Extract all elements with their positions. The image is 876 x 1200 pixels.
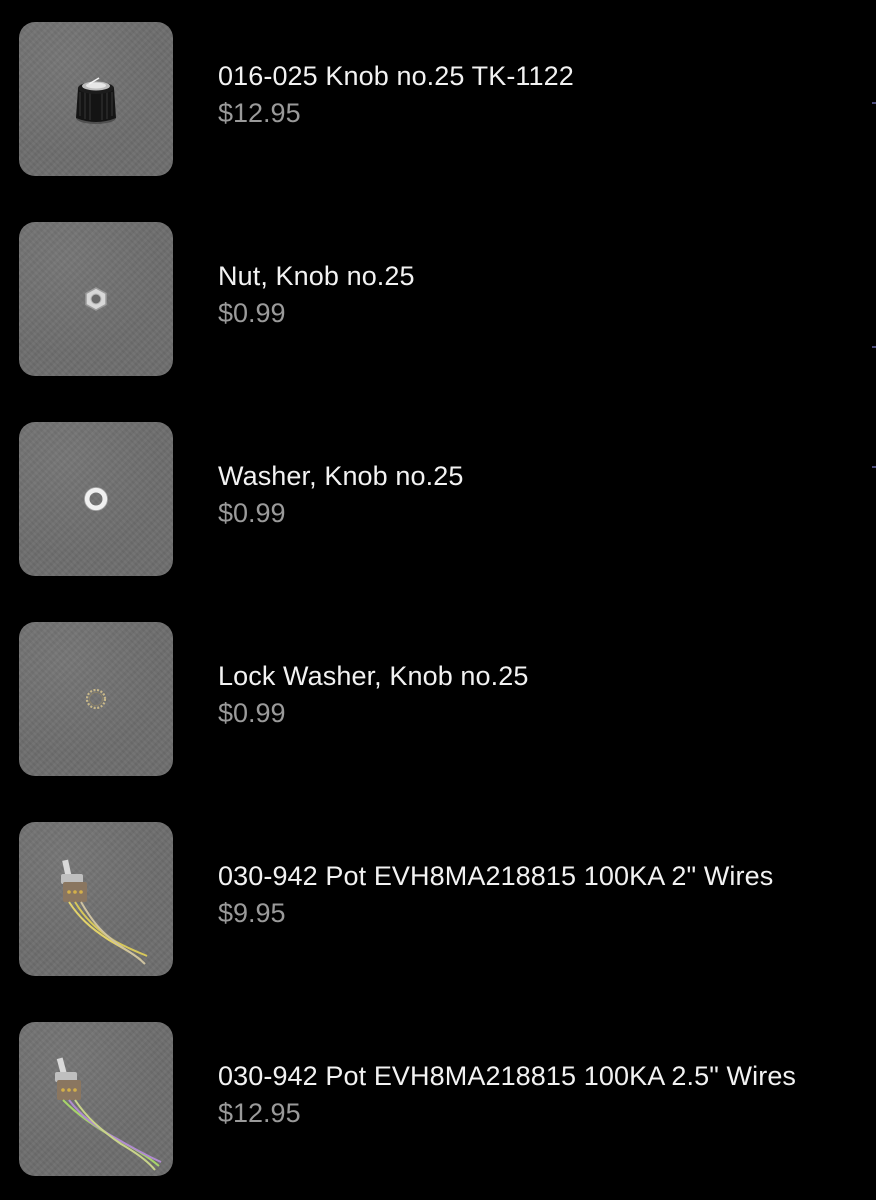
- product-price: $0.99: [218, 498, 286, 528]
- product-row[interactable]: Nut, Knob no.25 $0.99: [0, 200, 876, 400]
- potentiometer-icon: [55, 1057, 162, 1171]
- product-row[interactable]: 030-942 Pot EVH8MA218815 100KA 2" Wires …: [0, 800, 876, 1000]
- product-thumbnail[interactable]: [19, 1022, 173, 1176]
- product-row[interactable]: 016-025 Knob no.25 TK-1122 $12.95: [0, 0, 876, 200]
- product-row[interactable]: Lock Washer, Knob no.25 $0.99: [0, 600, 876, 800]
- product-row[interactable]: 030-942 Pot EVH8MA218815 100KA 2.5" Wire…: [0, 1000, 876, 1200]
- product-title[interactable]: Washer, Knob no.25: [218, 458, 868, 494]
- product-list: 016-025 Knob no.25 TK-1122 $12.95 Nut, K…: [0, 0, 876, 1199]
- product-title[interactable]: Nut, Knob no.25: [218, 258, 868, 294]
- product-thumbnail[interactable]: [19, 422, 173, 576]
- scroll-edge-marker: [872, 346, 876, 348]
- product-thumbnail[interactable]: [19, 822, 173, 976]
- product-row[interactable]: Washer, Knob no.25 $0.99: [0, 400, 876, 600]
- lock-washer-icon: [85, 688, 107, 710]
- potentiometer-icon: [61, 859, 148, 965]
- product-price: $12.95: [218, 1098, 301, 1128]
- product-thumbnail[interactable]: [19, 622, 173, 776]
- product-price: $0.99: [218, 698, 286, 728]
- product-title[interactable]: 030-942 Pot EVH8MA218815 100KA 2.5" Wire…: [218, 1058, 868, 1094]
- scroll-edge-marker: [872, 102, 876, 104]
- product-thumbnail[interactable]: [19, 222, 173, 376]
- product-price: $0.99: [218, 298, 286, 328]
- scroll-edge-marker: [872, 466, 876, 468]
- product-title[interactable]: 016-025 Knob no.25 TK-1122: [218, 58, 868, 94]
- product-price: $12.95: [218, 98, 301, 128]
- washer-icon: [84, 487, 108, 511]
- hex-nut-icon: [85, 287, 107, 311]
- product-title[interactable]: Lock Washer, Knob no.25: [218, 658, 868, 694]
- knob-icon: [76, 77, 116, 124]
- product-title[interactable]: 030-942 Pot EVH8MA218815 100KA 2" Wires: [218, 858, 868, 894]
- product-price: $9.95: [218, 898, 286, 928]
- product-thumbnail[interactable]: [19, 22, 173, 176]
